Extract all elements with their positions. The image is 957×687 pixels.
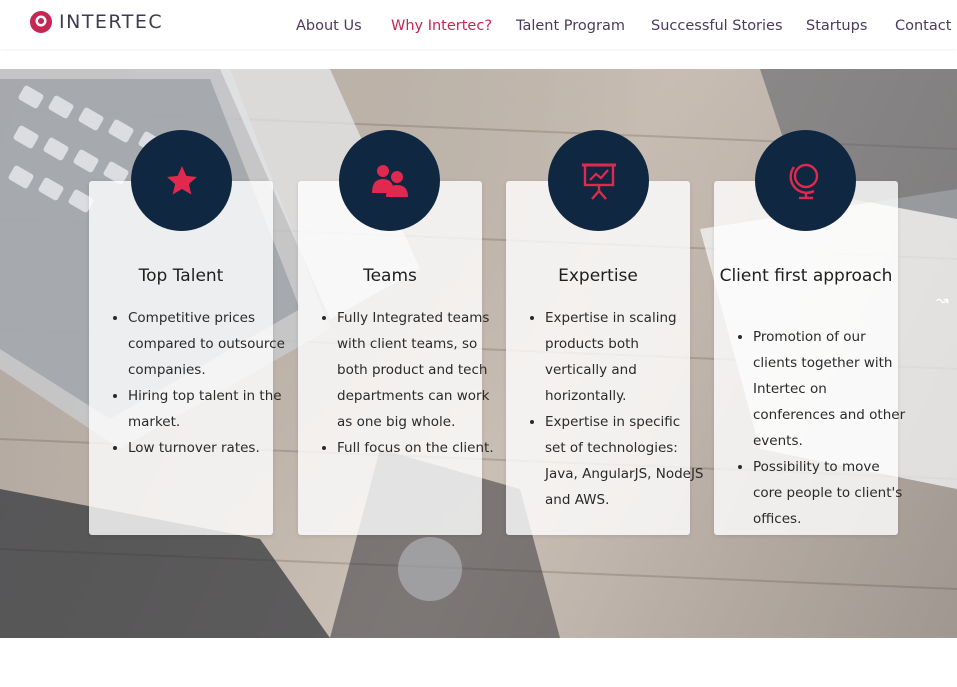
nav-about-us[interactable]: About Us <box>296 18 362 34</box>
nav-startups[interactable]: Startups <box>806 18 867 34</box>
card-title: Top Talent <box>138 266 224 286</box>
list-item: Low turnover rates. <box>128 435 288 461</box>
list-item: Competitive prices compared to outsource… <box>128 305 288 383</box>
globe-icon <box>755 130 856 231</box>
list-item: Full focus on the client. <box>337 435 497 461</box>
side-scroll-icon[interactable]: ↝ <box>936 291 949 309</box>
star-icon <box>131 130 232 231</box>
main-nav: About Us Why Intertec? Talent Program Su… <box>0 0 957 49</box>
list-item: Hiring top talent in the market. <box>128 383 288 435</box>
card-bullet-list: Competitive prices compared to outsource… <box>109 305 288 461</box>
card-bullet-list: Expertise in scaling products both verti… <box>526 305 705 513</box>
feature-card-top-talent: Top Talent Competitive prices compared t… <box>89 130 285 535</box>
users-icon <box>339 130 440 231</box>
feature-card-teams: Teams Fully Integrated teams with client… <box>298 130 494 535</box>
list-item: Promotion of our clients together with I… <box>753 324 913 454</box>
card-bullet-list: Fully Integrated teams with client teams… <box>318 305 497 461</box>
card-title: Expertise <box>558 266 638 286</box>
nav-talent-program[interactable]: Talent Program <box>516 18 625 34</box>
list-item: Expertise in specific set of technologie… <box>545 409 705 513</box>
nav-why-intertec[interactable]: Why Intertec? <box>391 18 492 34</box>
nav-contact[interactable]: Contact <box>895 18 951 34</box>
feature-card-client-first: Client first approach Promotion of our c… <box>714 130 905 535</box>
card-bullet-list: Promotion of our clients together with I… <box>734 324 913 532</box>
card-title: Teams <box>363 266 417 286</box>
nav-successful-stories[interactable]: Successful Stories <box>651 18 783 34</box>
card-title: Client first approach <box>719 266 893 286</box>
list-item: Expertise in scaling products both verti… <box>545 305 705 409</box>
presentation-chart-icon <box>548 130 649 231</box>
site-header: INTERTEC About Us Why Intertec? Talent P… <box>0 0 957 49</box>
feature-card-expertise: Expertise Expertise in scaling products … <box>506 130 704 535</box>
list-item: Fully Integrated teams with client teams… <box>337 305 497 435</box>
hero-section: Top Talent Competitive prices compared t… <box>0 69 957 638</box>
list-item: Possibility to move core people to clien… <box>753 454 913 532</box>
